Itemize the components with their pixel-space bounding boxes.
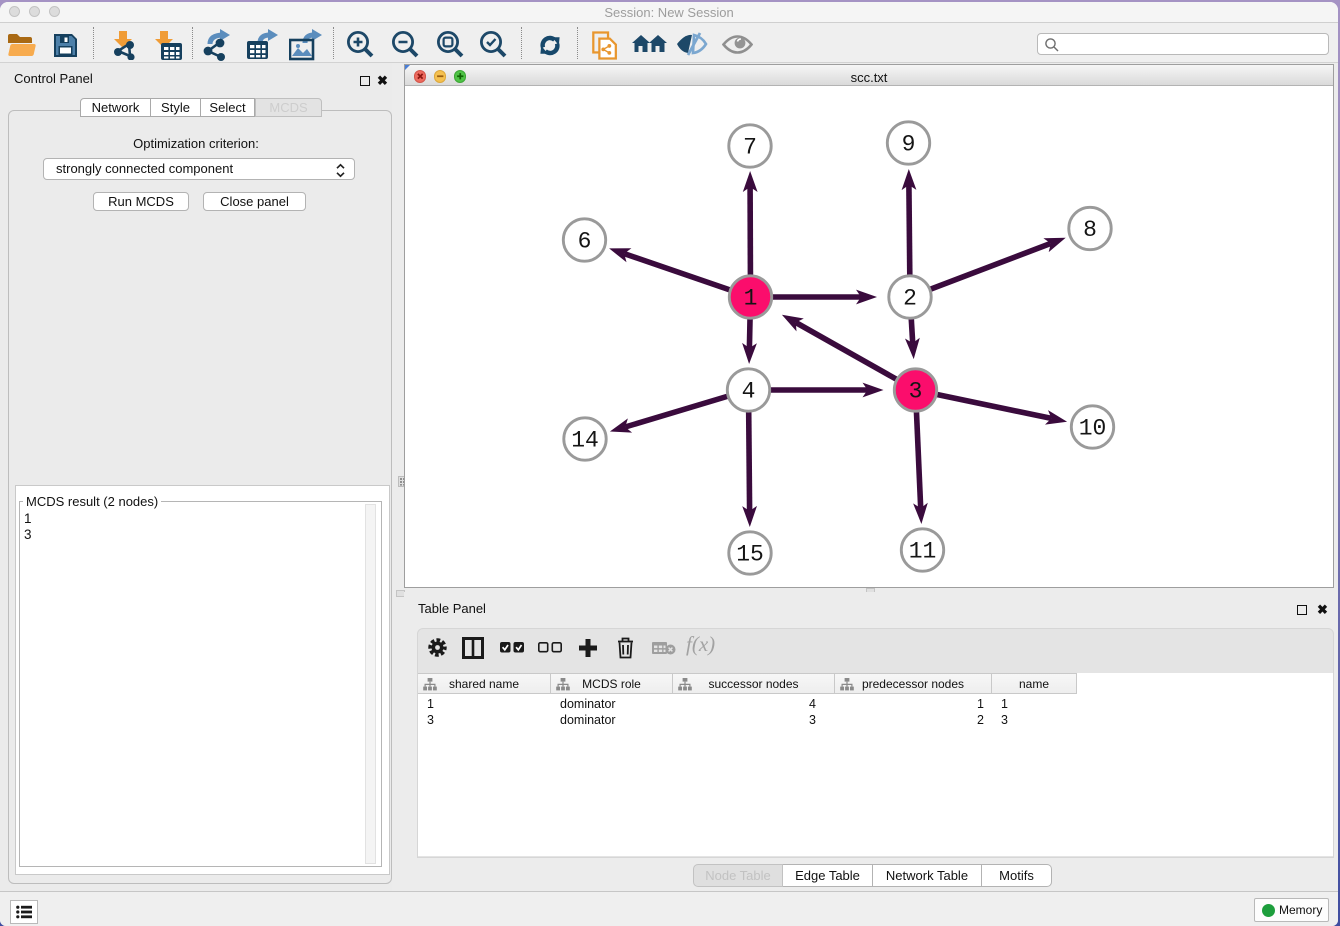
svg-text:8: 8 (1083, 217, 1097, 243)
svg-text:6: 6 (578, 229, 592, 255)
svg-text:14: 14 (571, 428, 599, 454)
svg-text:7: 7 (743, 135, 757, 161)
svg-text:11: 11 (909, 539, 937, 565)
svg-text:9: 9 (902, 132, 916, 158)
svg-text:10: 10 (1079, 416, 1107, 442)
svg-text:2: 2 (903, 286, 917, 312)
svg-text:3: 3 (909, 379, 923, 405)
svg-text:15: 15 (736, 542, 764, 568)
svg-text:1: 1 (744, 286, 758, 312)
svg-text:4: 4 (742, 379, 756, 405)
